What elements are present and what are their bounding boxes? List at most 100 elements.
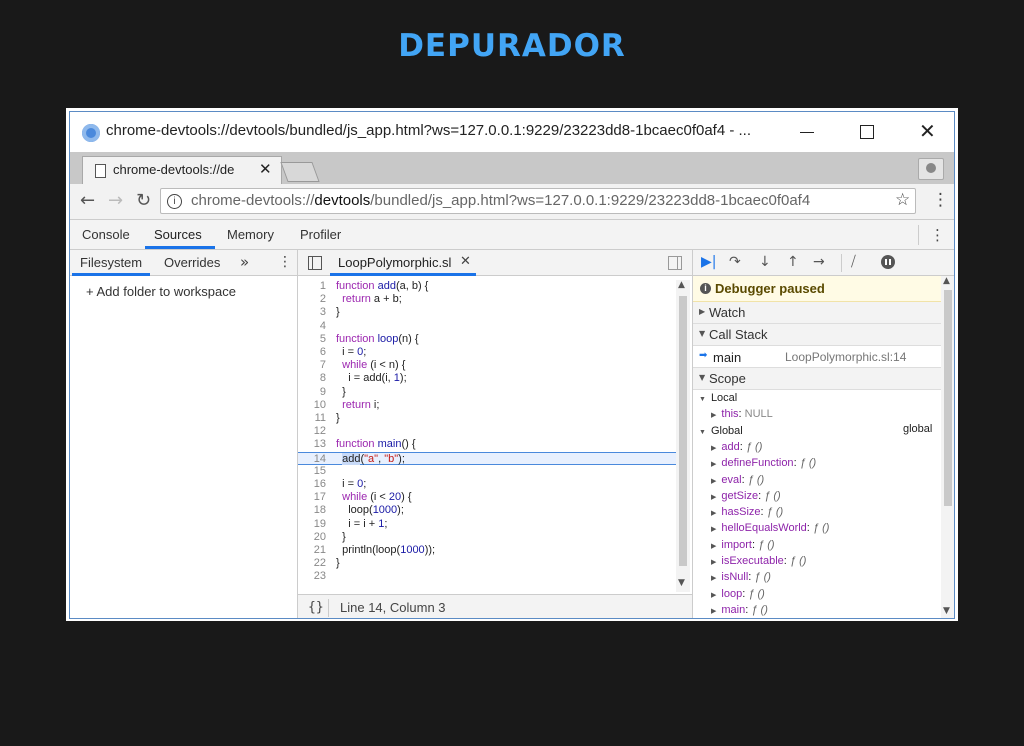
code-line[interactable]: 6 i = 0; bbox=[298, 346, 676, 359]
minimize-button[interactable] bbox=[786, 118, 826, 146]
scope-variable[interactable]: ▶ add: ƒ () bbox=[711, 439, 762, 455]
code-area[interactable]: 1 function add(a, b) {2 return a + b; 3} 4 5… bbox=[298, 280, 676, 592]
line-number[interactable]: 19 bbox=[298, 518, 326, 531]
devtools-menu-icon[interactable]: ⋮ bbox=[930, 226, 945, 244]
line-number[interactable]: 4 bbox=[298, 320, 326, 333]
line-number[interactable]: 12 bbox=[298, 425, 326, 438]
line-number[interactable]: 1 bbox=[298, 280, 326, 293]
toggle-debugger-icon[interactable] bbox=[668, 256, 682, 270]
scope-variable[interactable]: ▶ isNull: ƒ () bbox=[711, 569, 771, 585]
line-number[interactable]: 18 bbox=[298, 504, 326, 517]
line-number[interactable]: 16 bbox=[298, 478, 326, 491]
line-number[interactable]: 7 bbox=[298, 359, 326, 372]
tab-console[interactable]: Console bbox=[82, 227, 130, 242]
scroll-down-icon[interactable]: ▼ bbox=[943, 606, 950, 616]
scope-variable[interactable]: ▶ helloEqualsWorld: ƒ () bbox=[711, 520, 829, 536]
step-out-icon[interactable]: ↑ bbox=[787, 254, 799, 270]
code-line[interactable]: 8 i = add(i, 1); bbox=[298, 372, 676, 385]
line-number[interactable]: 3 bbox=[298, 306, 326, 319]
step-into-icon[interactable]: ↓ bbox=[759, 254, 771, 270]
url-text[interactable]: chrome-devtools://devtools/bundled/js_ap… bbox=[191, 192, 810, 209]
tab-profiler[interactable]: Profiler bbox=[300, 227, 341, 242]
code-line[interactable]: 15 bbox=[298, 465, 676, 478]
scroll-up-icon[interactable]: ▲ bbox=[678, 280, 685, 290]
code-line[interactable]: 19 i = i + 1; bbox=[298, 518, 676, 531]
pretty-print-icon[interactable]: {} bbox=[308, 600, 324, 615]
more-tabs-icon[interactable]: » bbox=[240, 253, 249, 271]
scope-global[interactable]: ▼ Global bbox=[699, 423, 743, 439]
code-line[interactable]: 13 function main() { bbox=[298, 438, 676, 451]
line-number[interactable]: 15 bbox=[298, 465, 326, 478]
maximize-button[interactable] bbox=[846, 118, 886, 146]
code-line[interactable]: 9 } bbox=[298, 386, 676, 399]
toggle-navigator-icon[interactable] bbox=[308, 256, 322, 270]
line-number[interactable]: 22 bbox=[298, 557, 326, 570]
line-number[interactable]: 10 bbox=[298, 399, 326, 412]
line-number[interactable]: 5 bbox=[298, 333, 326, 346]
new-tab-button[interactable] bbox=[280, 162, 320, 182]
scroll-up-icon[interactable]: ▲ bbox=[943, 276, 950, 286]
call-stack-section[interactable]: ▼ Call Stack bbox=[693, 324, 941, 346]
deactivate-breakpoints-icon[interactable]: ⧸ bbox=[851, 254, 856, 270]
tab-sources[interactable]: Sources bbox=[154, 227, 202, 242]
call-frame[interactable]: ➡ main LoopPolymorphic.sl:14 bbox=[693, 346, 941, 368]
tab-memory[interactable]: Memory bbox=[227, 227, 274, 242]
line-number[interactable]: 17 bbox=[298, 491, 326, 504]
line-number[interactable]: 9 bbox=[298, 386, 326, 399]
line-number[interactable]: 21 bbox=[298, 544, 326, 557]
scope-variable[interactable]: ▶ eval: ƒ () bbox=[711, 472, 764, 488]
code-line[interactable]: 17 while (i < 20) { bbox=[298, 491, 676, 504]
tab-filesystem[interactable]: Filesystem bbox=[80, 255, 142, 270]
tab-overrides[interactable]: Overrides bbox=[164, 255, 220, 270]
code-line[interactable]: 1 function add(a, b) { bbox=[298, 280, 676, 293]
scope-variable[interactable]: ▶ isExecutable: ƒ () bbox=[711, 553, 806, 569]
code-line[interactable]: 10 return i; bbox=[298, 399, 676, 412]
code-line[interactable]: 23 bbox=[298, 570, 676, 583]
line-number[interactable]: 6 bbox=[298, 346, 326, 359]
scope-variable[interactable]: ▶ this: NULL bbox=[711, 406, 773, 422]
code-line[interactable]: 12 bbox=[298, 425, 676, 438]
line-number[interactable]: 11 bbox=[298, 412, 326, 425]
code-line[interactable]: 21 println(loop(1000)); bbox=[298, 544, 676, 557]
back-icon[interactable]: ← bbox=[80, 190, 95, 211]
browser-tab[interactable]: chrome-devtools://de ✕ bbox=[82, 156, 282, 184]
close-window-button[interactable]: ✕ bbox=[906, 118, 946, 146]
line-number[interactable]: 13 bbox=[298, 438, 326, 451]
resume-icon[interactable]: ▶| bbox=[701, 254, 716, 270]
code-line[interactable]: 16 i = 0; bbox=[298, 478, 676, 491]
browser-menu-icon[interactable]: ⋮ bbox=[932, 190, 949, 210]
line-number[interactable]: 20 bbox=[298, 531, 326, 544]
scope-variable[interactable]: ▶ main: ƒ () bbox=[711, 602, 768, 618]
code-line[interactable]: 2 return a + b; bbox=[298, 293, 676, 306]
line-number[interactable]: 14 bbox=[298, 453, 326, 466]
line-number[interactable]: 2 bbox=[298, 293, 326, 306]
code-line[interactable]: 22} bbox=[298, 557, 676, 570]
forward-icon[interactable]: → bbox=[108, 190, 123, 211]
tab-close-icon[interactable]: ✕ bbox=[259, 160, 272, 178]
scrollbar-thumb[interactable] bbox=[679, 296, 687, 566]
code-line[interactable]: 7 while (i < n) { bbox=[298, 359, 676, 372]
omnibox[interactable]: i chrome-devtools://devtools/bundled/js_… bbox=[160, 188, 916, 214]
scope-variable[interactable]: ▶ defineFunction: ƒ () bbox=[711, 455, 816, 471]
code-line[interactable]: 18 loop(1000); bbox=[298, 504, 676, 517]
reload-icon[interactable]: ↻ bbox=[136, 190, 151, 211]
scope-variable[interactable]: ▶ import: ƒ () bbox=[711, 537, 775, 553]
scrollbar-thumb[interactable] bbox=[944, 290, 952, 506]
step-over-icon[interactable]: ↷ bbox=[729, 254, 741, 270]
code-line[interactable]: 3} bbox=[298, 306, 676, 319]
watch-section[interactable]: ▶ Watch bbox=[693, 302, 941, 324]
bookmark-star-icon[interactable]: ☆ bbox=[895, 190, 910, 210]
line-number[interactable]: 8 bbox=[298, 372, 326, 385]
code-line[interactable]: 14 add("a", "b"); bbox=[298, 451, 676, 466]
scroll-down-icon[interactable]: ▼ bbox=[678, 578, 685, 588]
navigator-menu-icon[interactable]: ⋮ bbox=[278, 254, 292, 270]
info-icon[interactable]: i bbox=[167, 194, 182, 209]
code-line[interactable]: 5 function loop(n) { bbox=[298, 333, 676, 346]
debugger-scrollbar[interactable]: ▲ ▼ bbox=[941, 276, 954, 618]
step-icon[interactable]: → bbox=[813, 254, 825, 270]
add-folder-button[interactable]: + Add folder to workspace bbox=[86, 284, 236, 299]
profile-icon[interactable] bbox=[918, 158, 944, 180]
pause-on-exceptions-icon[interactable] bbox=[881, 255, 895, 269]
file-tab-label[interactable]: LoopPolymorphic.sl bbox=[338, 255, 451, 270]
editor-scrollbar[interactable]: ▲ ▼ bbox=[676, 280, 690, 592]
